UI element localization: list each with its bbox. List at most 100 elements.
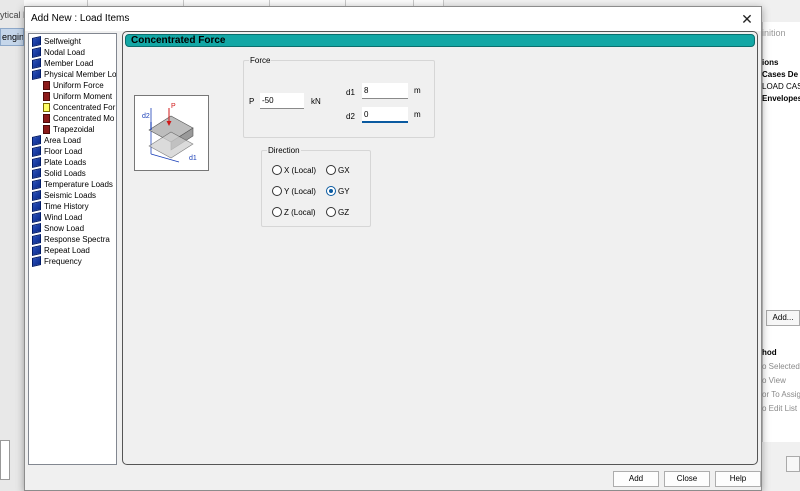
- radio-button-icon[interactable]: [326, 165, 336, 175]
- radio-gz[interactable]: GZ: [326, 207, 349, 217]
- add-button[interactable]: Add: [613, 471, 659, 487]
- book-icon: [32, 157, 41, 168]
- tree-item-label: Floor Load: [44, 147, 83, 156]
- tree-item-concentrated-force[interactable]: Concentrated For: [43, 102, 115, 113]
- tree-item-nodal-load[interactable]: Nodal Load: [32, 47, 85, 58]
- tree-item-uniform-moment[interactable]: Uniform Moment: [43, 91, 112, 102]
- bg-right-item[interactable]: ions: [762, 58, 800, 67]
- tree-item-label: Seismic Loads: [44, 191, 97, 200]
- tree-item-area-load[interactable]: Area Load: [32, 135, 81, 146]
- book-icon: [32, 223, 41, 234]
- load-parameters-panel: Concentrated Force P d2 d1 Force P -50 k…: [122, 31, 758, 465]
- book-icon: [32, 234, 41, 245]
- tree-item-uniform-force[interactable]: Uniform Force: [43, 80, 104, 91]
- tree-item-temperature-loads[interactable]: Temperature Loads: [32, 179, 113, 190]
- bg-method-item[interactable]: or To Assig: [762, 390, 800, 399]
- close-icon[interactable]: ✕: [739, 11, 755, 27]
- beam-diagram-icon: P d2 d1: [142, 103, 197, 163]
- tree-item-label: Concentrated For: [53, 103, 116, 112]
- p-value-input[interactable]: [260, 93, 304, 109]
- tree-item-response-spectra[interactable]: Response Spectra: [32, 234, 110, 245]
- tree-item-label: Frequency: [44, 257, 82, 266]
- bg-left-strip: [0, 0, 24, 491]
- tree-item-member-load[interactable]: Member Load: [32, 58, 93, 69]
- tree-item-label: Uniform Force: [53, 81, 104, 90]
- tree-item-floor-load[interactable]: Floor Load: [32, 146, 82, 157]
- radio-label: Z (Local): [284, 207, 316, 217]
- d1-label: d1: [346, 88, 355, 97]
- book-icon: [32, 256, 41, 267]
- load-type-tree[interactable]: Selfweight Nodal Load Member Load Physic…: [28, 33, 117, 465]
- radio-x-local[interactable]: X (Local): [272, 165, 316, 175]
- tree-item-label: Uniform Moment: [53, 92, 113, 101]
- tree-item-snow-load[interactable]: Snow Load: [32, 223, 84, 234]
- add-new-load-items-dialog: Add New : Load Items ✕ Selfweight Nodal …: [24, 6, 762, 491]
- tree-item-concentrated-moment[interactable]: Concentrated Mo: [43, 113, 114, 124]
- bg-method-item[interactable]: o Selected: [762, 362, 800, 371]
- bg-bottom-button[interactable]: [786, 456, 800, 472]
- panel-header: Concentrated Force: [125, 34, 755, 47]
- bg-method-item[interactable]: o Edit List: [762, 404, 800, 413]
- concentrated-force-diagram: P d2 d1: [134, 95, 209, 171]
- radio-y-local[interactable]: Y (Local): [272, 186, 316, 196]
- bg-right-title: inition: [762, 28, 786, 38]
- radio-button-selected-icon[interactable]: [326, 186, 336, 196]
- book-icon: [32, 146, 41, 157]
- tree-item-frequency[interactable]: Frequency: [32, 256, 82, 267]
- tree-item-label: Wind Load: [44, 213, 83, 222]
- p-unit-label: kN: [311, 97, 321, 106]
- tree-item-selfweight[interactable]: Selfweight: [32, 36, 81, 47]
- radio-button-icon[interactable]: [326, 207, 336, 217]
- book-icon: [32, 168, 41, 179]
- close-button[interactable]: Close: [664, 471, 710, 487]
- tree-item-time-history[interactable]: Time History: [32, 201, 89, 212]
- diagram-label-p: P: [171, 103, 176, 110]
- tree-item-label: Trapezoidal: [53, 125, 95, 134]
- bg-add-button[interactable]: Add...: [766, 310, 800, 326]
- book-icon: [32, 47, 41, 58]
- force-group: Force P kN d1 m d2 m: [243, 56, 435, 138]
- radio-gy[interactable]: GY: [326, 186, 350, 196]
- radio-gx[interactable]: GX: [326, 165, 350, 175]
- dialog-titlebar: Add New : Load Items ✕: [25, 7, 761, 31]
- force-group-legend: Force: [249, 56, 272, 65]
- leaf-icon: [43, 81, 50, 90]
- tree-item-solid-loads[interactable]: Solid Loads: [32, 168, 86, 179]
- diagram-label-d1: d1: [189, 155, 197, 162]
- radio-button-icon[interactable]: [272, 207, 282, 217]
- tree-item-trapezoidal[interactable]: Trapezoidal: [43, 124, 95, 135]
- radio-label: Y (Local): [284, 186, 316, 196]
- tree-item-label: Nodal Load: [44, 48, 85, 57]
- radio-label: X (Local): [284, 165, 317, 175]
- bg-method-item[interactable]: o View: [762, 376, 800, 385]
- d1-value-input[interactable]: [362, 83, 408, 99]
- tree-item-label: Concentrated Mo: [53, 114, 115, 123]
- direction-group-legend: Direction: [267, 146, 301, 155]
- tree-item-label: Response Spectra: [44, 235, 110, 244]
- tree-item-plate-loads[interactable]: Plate Loads: [32, 157, 86, 168]
- tree-item-wind-load[interactable]: Wind Load: [32, 212, 82, 223]
- tree-item-seismic-loads[interactable]: Seismic Loads: [32, 190, 96, 201]
- radio-button-icon[interactable]: [272, 165, 282, 175]
- bg-right-item[interactable]: LOAD CAS: [762, 82, 800, 91]
- p-label: P: [249, 97, 255, 106]
- d1-unit-label: m: [414, 86, 421, 95]
- help-button[interactable]: Help: [715, 471, 761, 487]
- direction-group: Direction X (Local) GX Y (Local) GY Z (L…: [261, 146, 371, 227]
- d2-value-input[interactable]: [362, 107, 408, 123]
- book-icon: [32, 190, 41, 201]
- radio-z-local[interactable]: Z (Local): [272, 207, 316, 217]
- bg-left-tab[interactable]: engin: [0, 28, 24, 46]
- tree-item-physical-member-load[interactable]: Physical Member Lo: [32, 69, 116, 80]
- bg-right-item[interactable]: Envelopes: [762, 94, 800, 103]
- book-icon: [32, 201, 41, 212]
- tree-item-label: Repeat Load: [44, 246, 90, 255]
- tree-item-label: Area Load: [44, 136, 81, 145]
- tree-item-label: Physical Member Lo: [44, 70, 117, 79]
- leaf-icon: [43, 125, 50, 134]
- tree-item-repeat-load[interactable]: Repeat Load: [32, 245, 90, 256]
- bg-right-item[interactable]: Cases De: [762, 70, 800, 79]
- book-icon: [32, 179, 41, 190]
- dialog-title: Add New : Load Items: [31, 13, 130, 24]
- radio-button-icon[interactable]: [272, 186, 282, 196]
